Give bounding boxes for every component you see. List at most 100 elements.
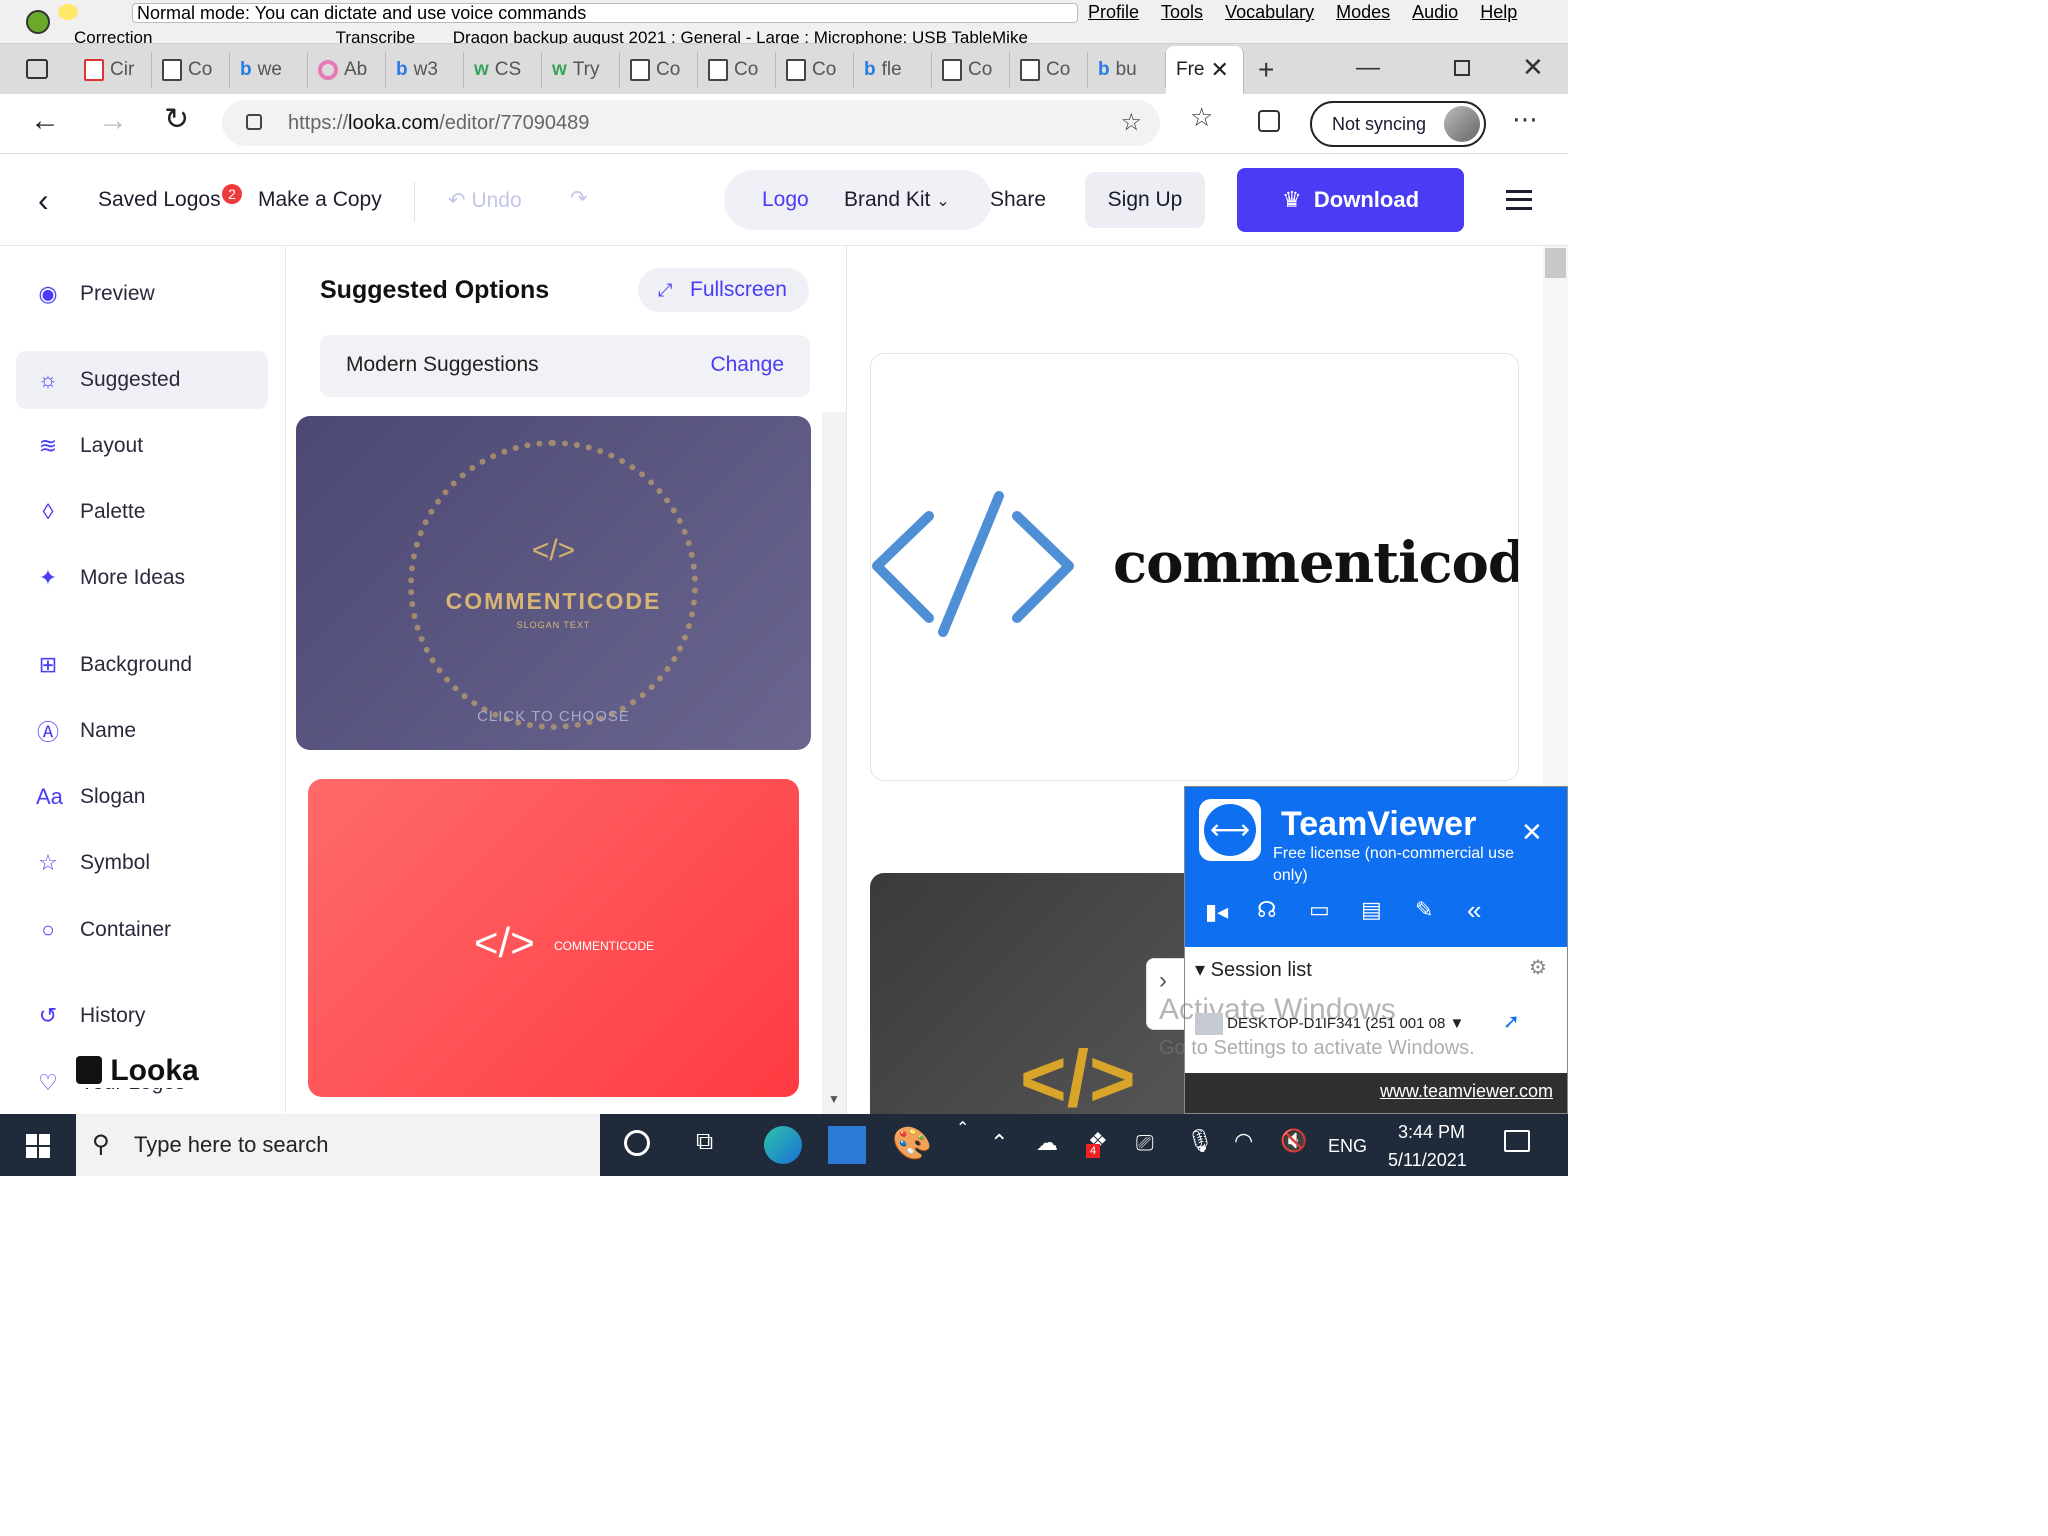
browser-tab[interactable]: Co [698, 52, 776, 88]
files-icon[interactable]: ▤ [1361, 897, 1382, 923]
browser-tab[interactable]: b fle [854, 52, 932, 88]
show-hidden-icons[interactable]: ⌃ [990, 1130, 1008, 1156]
whiteboard-icon[interactable]: ✎ [1415, 897, 1433, 923]
make-copy-button[interactable]: Make a Copy [258, 188, 382, 212]
close-tab-icon[interactable]: ✕ [1211, 57, 1229, 83]
windows-start-icon[interactable] [26, 1134, 50, 1158]
sidebar-item-palette[interactable]: ◊ Palette [16, 483, 268, 541]
taskbar-search-box[interactable]: ⚲ Type here to search [76, 1114, 600, 1176]
undo-button[interactable]: ↶ Undo [448, 188, 522, 213]
back-chevron-icon[interactable]: ‹ [38, 182, 49, 219]
suggestion-card[interactable]: </> COMMENTICODE [308, 779, 799, 1097]
volume-muted-icon[interactable]: 🔇 [1280, 1128, 1307, 1154]
lock-icon[interactable] [246, 114, 262, 130]
collections-icon[interactable] [1258, 110, 1280, 132]
change-category-link[interactable]: Change [710, 353, 784, 377]
close-window-icon[interactable]: ✕ [1522, 52, 1544, 83]
menu-profile[interactable]: Profile [1088, 2, 1139, 23]
overflow-chevron-icon[interactable]: ⌃ [956, 1118, 969, 1138]
saved-logos-button[interactable]: Saved Logos [98, 188, 221, 212]
sidebar-item-background[interactable]: ⊞ Background [16, 636, 268, 694]
connect-cursor-icon[interactable]: ➚ [1503, 1009, 1520, 1034]
sign-up-button[interactable]: Sign Up [1085, 172, 1205, 228]
sidebar-item-name[interactable]: Ⓐ Name [16, 702, 268, 760]
browser-tab-active[interactable]: Fre ✕ [1166, 46, 1244, 94]
menu-tools[interactable]: Tools [1161, 2, 1203, 23]
wifi-icon[interactable]: ◠ [1234, 1128, 1253, 1154]
sidebar-item-history[interactable]: ↺ History [16, 987, 268, 1045]
menu-modes[interactable]: Modes [1336, 2, 1390, 23]
video-icon[interactable]: ▮◂ [1205, 899, 1228, 925]
sidebar-item-container[interactable]: ○ Container [16, 901, 268, 959]
tab-actions-icon[interactable] [26, 59, 48, 79]
sidebar-item-symbol[interactable]: ☆ Symbol [16, 834, 268, 892]
onedrive-icon[interactable]: ☁ [1036, 1130, 1058, 1156]
session-device-row[interactable]: DESKTOP-D1IF341 (251 001 08 ▼ [1195, 1013, 1464, 1035]
notifications-icon[interactable] [1504, 1130, 1530, 1152]
cortana-icon[interactable] [624, 1130, 650, 1156]
settings-gear-icon[interactable]: ⚙ [1529, 955, 1547, 980]
more-options-icon[interactable]: ⋯ [1512, 104, 1538, 135]
browser-tab[interactable]: Co [152, 52, 230, 88]
redo-icon[interactable]: ↷ [570, 186, 588, 211]
new-tab-icon[interactable]: + [1258, 54, 1274, 86]
browser-tab[interactable]: Co [620, 52, 698, 88]
favorites-icon[interactable]: ☆ [1190, 102, 1213, 133]
tab-brand-kit[interactable]: Brand Kit ⌄ [844, 188, 950, 212]
browser-tab[interactable]: Co [932, 52, 1010, 88]
sidebar-item-layout[interactable]: ≋ Layout [16, 417, 268, 475]
browser-tab[interactable]: w Try [542, 52, 620, 88]
taskbar-time[interactable]: 3:44 PM [1398, 1122, 1465, 1143]
logo-preview-card[interactable]: commenticode [870, 353, 1519, 781]
menu-audio[interactable]: Audio [1412, 2, 1458, 23]
collapse-icon[interactable]: « [1467, 895, 1481, 926]
suggestion-card[interactable]: </> COMMENTICODE SLOGAN TEXT CLICK TO CH… [296, 416, 811, 750]
minimize-icon[interactable]: — [1356, 54, 1380, 82]
browser-tab[interactable]: b we [230, 52, 308, 88]
browser-tab[interactable]: b w3 [386, 52, 464, 88]
scroll-thumb[interactable] [1545, 248, 1566, 278]
taskbar-date[interactable]: 5/11/2021 [1388, 1150, 1467, 1171]
sidebar-item-preview[interactable]: ◉ Preview [16, 265, 268, 323]
hamburger-menu-icon[interactable] [1506, 190, 1532, 210]
browser-tab[interactable]: w CS [464, 52, 542, 88]
browser-tab[interactable]: Co [776, 52, 854, 88]
dragon-logo-icon[interactable] [26, 10, 50, 34]
paint-app-icon[interactable]: 🎨 [892, 1124, 932, 1162]
sidebar: ◉ Preview ☼ Suggested ≋ Layout ◊ Palette ✦ Mo… [0, 246, 286, 1114]
browser-tab[interactable]: Co [1010, 52, 1088, 88]
edge-browser-icon[interactable] [764, 1126, 802, 1164]
profile-sync-button[interactable]: Not syncing [1310, 101, 1486, 147]
panel-scrollbar[interactable]: ▼ [822, 412, 846, 1114]
sidebar-item-suggested[interactable]: ☼ Suggested [16, 351, 268, 409]
scroll-down-arrow-icon[interactable]: ▼ [828, 1092, 840, 1106]
microphone-icon[interactable]: 🎙 [1186, 1128, 1214, 1154]
restore-icon[interactable] [1454, 60, 1470, 76]
menu-vocabulary[interactable]: Vocabulary [1225, 2, 1314, 23]
menu-help[interactable]: Help [1480, 2, 1517, 23]
chat-icon[interactable]: ▭ [1309, 897, 1330, 923]
favorite-add-icon[interactable]: ☆ [1120, 100, 1142, 146]
task-view-icon[interactable]: ⧉ [696, 1128, 713, 1156]
meet-now-icon[interactable]: ⎚ [1136, 1130, 1154, 1156]
tab-logo[interactable]: Logo [762, 188, 809, 212]
back-icon[interactable]: ← [30, 104, 60, 138]
forward-icon[interactable]: → [98, 104, 128, 138]
mockup-preview-card[interactable]: </> [870, 873, 1190, 1114]
sidebar-item-more-ideas[interactable]: ✦ More Ideas [16, 549, 268, 607]
url-field[interactable]: https://looka.com/editor/77090489 ☆ [222, 100, 1160, 146]
sidebar-item-slogan[interactable]: Aa Slogan [16, 768, 268, 826]
share-button[interactable]: Share [990, 188, 1046, 212]
download-button[interactable]: ♛ Download [1237, 168, 1464, 232]
browser-tab[interactable]: Cir [74, 52, 152, 88]
session-list-header[interactable]: ▾ Session list [1195, 957, 1312, 982]
teamviewer-link[interactable]: www.teamviewer.com [1380, 1081, 1553, 1102]
fullscreen-button[interactable]: ⤢ Fullscreen [638, 268, 809, 312]
language-indicator[interactable]: ENG [1328, 1136, 1367, 1157]
refresh-icon[interactable]: ↻ [164, 102, 189, 137]
browser-tab[interactable]: Ab [308, 52, 386, 88]
headset-icon[interactable]: ☊ [1257, 897, 1277, 923]
mic-status-icon[interactable] [58, 4, 78, 20]
media-app-icon[interactable] [828, 1126, 866, 1164]
browser-tab[interactable]: b bu [1088, 52, 1166, 88]
